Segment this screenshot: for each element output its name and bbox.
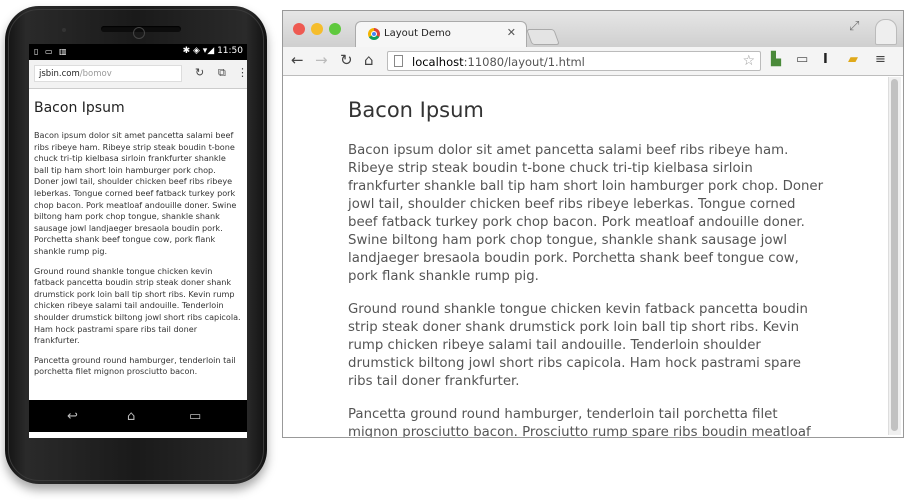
mobile-url-field[interactable]: jsbin.com/bomov [34,65,182,82]
url-text: localhost:11080/layout/1.html [412,55,585,69]
android-phone: ▯ ▭ ▥ ✱ ◈ ▾◢ 11:50 jsbin.com/bomov ↻ ⧉ ⋮… [5,6,267,484]
notification-icons: ▯ ▭ ▥ [34,47,69,56]
phone-screen: ▯ ▭ ▥ ✱ ◈ ▾◢ 11:50 jsbin.com/bomov ↻ ⧉ ⋮… [29,44,247,438]
cursor-extension-icon[interactable]: I [823,52,828,67]
folder-extension-icon[interactable]: ▰ [848,52,858,67]
paragraph: Pancetta ground round hamburger, tenderl… [348,407,811,437]
back-icon[interactable]: ↩ [67,409,78,424]
fullscreen-icon[interactable]: ⤢ [849,19,859,34]
page-icon [394,55,403,67]
paragraph: Bacon ipsum dolor sit amet pancetta sala… [348,143,824,284]
sensor-icon [133,27,145,39]
paragraph: Bacon ipsum dolor sit amet pancetta sala… [34,130,237,256]
chrome-favicon-icon [368,28,380,40]
reload-button[interactable]: ↻ [340,51,353,69]
browser-window: Layout Demo ✕ ⤢ ← → ↻ ⌂ localhost:11080/… [282,10,904,438]
close-window-button[interactable] [293,23,305,35]
address-bar[interactable]: localhost:11080/layout/1.html ☆ [387,51,761,71]
vertical-scrollbar[interactable] [888,77,901,435]
page-viewport: Bacon Ipsum Bacon ipsum dolor sit amet p… [283,76,889,437]
scrollbar-thumb[interactable] [891,79,898,431]
browser-toolbar: ← → ↻ ⌂ localhost:11080/layout/1.html ☆ … [283,47,903,76]
recents-icon[interactable]: ▭ [189,409,201,424]
system-icons: ✱ ◈ ▾◢ [182,46,215,56]
page-title: Bacon Ipsum [34,100,125,116]
tab-layout-demo[interactable]: Layout Demo ✕ [355,21,527,48]
cast-icon[interactable]: ▭ [796,52,808,67]
mobile-page-content: Bacon Ipsum Bacon ipsum dolor sit amet p… [34,100,241,386]
zoom-window-button[interactable] [329,23,341,35]
menu-icon[interactable]: ≡ [875,52,886,67]
bookmark-star-icon[interactable]: ☆ [742,53,755,69]
new-tab-button[interactable] [526,29,560,45]
profile-avatar[interactable] [875,19,897,45]
paragraph: Ground round shankle tongue chicken kevi… [34,265,241,346]
back-button[interactable]: ← [291,51,304,69]
forward-button[interactable]: → [315,51,328,69]
home-button[interactable]: ⌂ [364,51,374,69]
tabs-icon[interactable]: ⧉ [218,66,226,80]
mobile-address-bar: jsbin.com/bomov ↻ ⧉ ⋮ [29,60,247,89]
minimize-window-button[interactable] [311,23,323,35]
overflow-menu-icon[interactable]: ⋮ [237,66,247,79]
extension-icon[interactable]: ▙ [771,52,781,67]
home-icon[interactable]: ⌂ [127,409,135,424]
tab-label: Layout Demo [384,28,451,39]
tab-strip: Layout Demo ✕ ⤢ [283,11,903,48]
status-right: ✱ ◈ ▾◢ 11:50 [183,46,243,56]
paragraph: Pancetta ground round hamburger, tenderl… [34,354,236,377]
page-content: Bacon Ipsum Bacon ipsum dolor sit amet p… [348,98,824,437]
front-camera [62,28,66,32]
url-host: localhost [412,55,464,69]
page-title: Bacon Ipsum [348,98,484,122]
paragraph: Ground round shankle tongue chicken kevi… [348,302,808,389]
status-bar: ▯ ▭ ▥ ✱ ◈ ▾◢ 11:50 [29,44,247,60]
clock: 11:50 [217,46,243,56]
mobile-url-host: jsbin.com [39,69,80,79]
mobile-url-path: /bomov [79,69,112,79]
android-nav-bar: ↩ ⌂ ▭ [29,400,247,432]
url-path: :11080/layout/1.html [463,55,585,69]
reload-icon[interactable]: ↻ [195,66,204,79]
close-tab-icon[interactable]: ✕ [507,26,516,39]
